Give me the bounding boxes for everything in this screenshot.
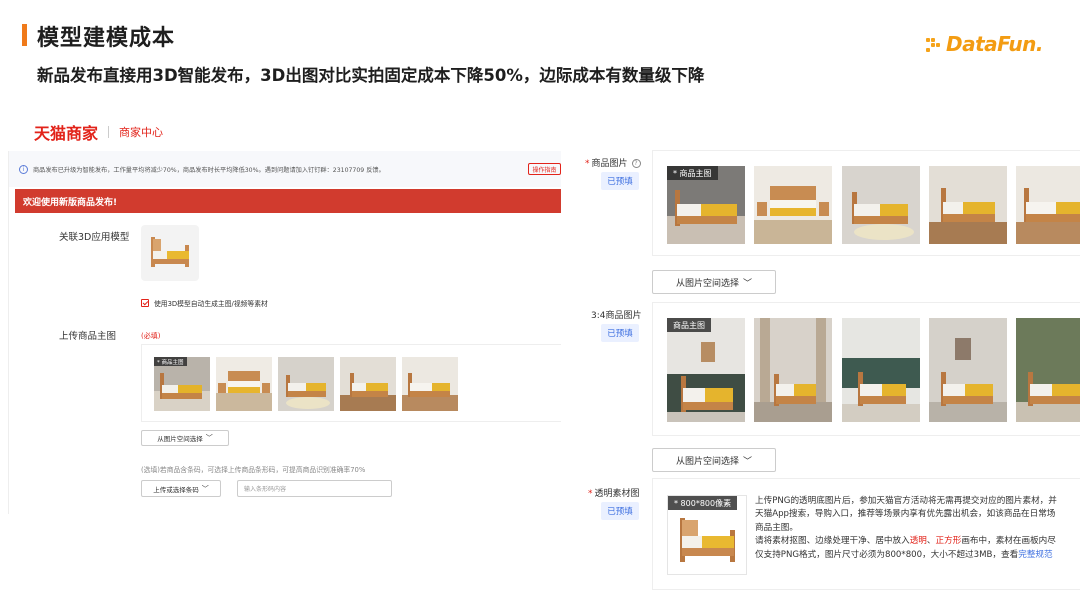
product-image-5[interactable]	[1016, 166, 1080, 244]
desc-line-1: 上传PNG的透明底图片后，参加天猫官方活动将无需再提交对应的图片素材，并	[755, 496, 1057, 506]
slide-title: 模型建模成本	[37, 26, 176, 51]
product-image-3[interactable]	[842, 166, 920, 244]
main-image-1[interactable]: * 商品主图	[154, 357, 210, 411]
product-images-label: * 商品图片?	[585, 156, 641, 169]
notice-text: 商品发布已升级为智能发布，工作量平均将减少70%，商品发布时长平均降低30%。遇…	[33, 166, 385, 174]
ops-guide-button[interactable]: 操作指南	[528, 163, 561, 175]
logo-text: DataFun.	[946, 32, 1043, 56]
transparent-material-box: * 800*800像素 上传PNG的透明底图片后，参加天猫官方活动将无需再提交对…	[652, 478, 1080, 590]
transparent-description: 上传PNG的透明底图片后，参加天猫官方活动将无需再提交对应的图片素材，并 天猫A…	[755, 495, 1080, 562]
brand-divider	[108, 126, 110, 138]
required-star: *	[585, 159, 590, 169]
ratio-image-1[interactable]: 商品主图	[667, 318, 745, 422]
desc-line-3: 商品主图。	[755, 522, 798, 533]
desc-line-5-a: 仅支持PNG格式，图片尺寸必须为800*800，大小不超过3MB，查看	[755, 549, 1019, 560]
welcome-banner: 欢迎使用新版商品发布!	[15, 189, 561, 213]
ratio-image-tag: 商品主图	[667, 318, 711, 332]
chevron-down-icon: ﹀	[743, 278, 753, 289]
left-space-select-button[interactable]: 从图片空间选择 ﹀	[141, 430, 229, 446]
main-image-list: * 商品主图	[141, 344, 561, 422]
product-images-text: 商品图片	[591, 159, 628, 169]
model-label: 关联3D应用模型	[59, 232, 130, 243]
ratio-image-list: 商品主图	[652, 302, 1080, 436]
notice-bar: i 商品发布已升级为智能发布，工作量平均将减少70%，商品发布时长平均降低30%…	[9, 151, 561, 187]
desc-highlight-square: 正方形	[935, 536, 962, 547]
transparent-image[interactable]: * 800*800像素	[667, 495, 747, 575]
desc-line-4-a: 请将素材抠图、边缘处理干净、居中放入	[755, 536, 910, 547]
barcode-hint: (选填)若商品含条码，可选择上传商品条形码，可提高商品识别准确率70%	[141, 466, 366, 474]
barcode-select-button[interactable]: 上传或选择条码 ﹀	[141, 480, 221, 497]
info-icon: i	[19, 164, 28, 174]
required-tag: (必填)	[141, 332, 161, 340]
space-select-label-1: 从图片空间选择	[675, 278, 739, 289]
preview-badge-1: 已预填	[601, 172, 639, 190]
ratio-images-label: 3:4商品图片	[591, 311, 642, 321]
tmall-brand: 天猫商家 商家中心	[34, 120, 163, 144]
desc-highlight-transparent: 透明	[909, 536, 927, 547]
desc-line-5: 仅支持PNG格式，图片尺寸必须为800*800，大小不超过3MB，查看完整规范	[755, 549, 1080, 562]
transparent-label-text: 透明素材图	[594, 489, 640, 499]
full-spec-link[interactable]: 完整规范	[1018, 550, 1052, 560]
help-icon[interactable]: ?	[631, 159, 641, 168]
bed-model-icon	[151, 237, 189, 267]
slide-subtitle: 新品发布直接用3D智能发布，3D出图对比实拍固定成本下降50%，边际成本有数量级…	[37, 66, 705, 85]
model-thumbnail[interactable]	[141, 225, 199, 281]
required-star: *	[588, 489, 593, 499]
auto-generate-checkbox[interactable]	[141, 299, 149, 307]
preview-badge-2: 已预填	[601, 324, 639, 342]
product-image-tag: * 商品主图	[667, 166, 718, 180]
brand-sub[interactable]: 商家中心	[119, 124, 163, 140]
product-image-list: * 商品主图	[652, 150, 1080, 256]
preview-badge-3: 已预填	[601, 502, 639, 520]
logo-dots-icon	[926, 35, 944, 53]
main-image-4[interactable]	[340, 357, 396, 411]
barcode-select-label: 上传或选择条码	[153, 485, 199, 494]
ratio-image-3[interactable]	[842, 318, 920, 422]
left-space-select-label: 从图片空间选择	[157, 435, 203, 443]
brand-name: 天猫商家	[34, 124, 99, 143]
desc-line-2: 天猫App搜索，导购入口，推荐等场景内享有优先露出机会，如该商品在日常场	[755, 509, 1056, 520]
chevron-down-icon: ﹀	[205, 434, 213, 442]
space-select-button-1[interactable]: 从图片空间选择 ﹀	[652, 270, 776, 294]
space-select-button-2[interactable]: 从图片空间选择 ﹀	[652, 448, 776, 472]
barcode-input[interactable]: 输入条形码内容	[237, 480, 392, 497]
main-image-3[interactable]	[278, 357, 334, 411]
transparent-label: * 透明素材图	[588, 486, 640, 499]
chevron-down-icon: ﹀	[201, 484, 209, 493]
product-image-1[interactable]: * 商品主图	[667, 166, 745, 244]
desc-line-4-c: 、	[926, 536, 936, 547]
desc-line-4: 请将素材抠图、边缘处理干净、居中放入透明、正方形画布中，素材在画板内尽	[755, 535, 1080, 548]
ratio-image-2[interactable]	[754, 318, 832, 422]
datafun-logo: DataFun.	[926, 28, 1056, 60]
chevron-down-icon: ﹀	[743, 456, 753, 467]
main-image-tag: * 商品主图	[154, 357, 187, 366]
auto-generate-option[interactable]: 使用3D模型自动生成主图/视频等素材	[141, 298, 268, 308]
upload-label: 上传商品主图	[59, 331, 117, 342]
title-accent-bar	[22, 24, 27, 46]
left-publish-panel: i 商品发布已升级为智能发布，工作量平均将减少70%，商品发布时长平均降低30%…	[8, 151, 561, 514]
product-image-2[interactable]	[754, 166, 832, 244]
main-image-2[interactable]	[216, 357, 272, 411]
main-image-5[interactable]	[402, 357, 458, 411]
auto-generate-label: 使用3D模型自动生成主图/视频等素材	[154, 300, 268, 308]
ratio-image-4[interactable]	[929, 318, 1007, 422]
product-image-4[interactable]	[929, 166, 1007, 244]
space-select-label-2: 从图片空间选择	[675, 456, 739, 467]
desc-line-4-e: 画布中，素材在画板内尽	[961, 536, 1056, 547]
transparent-image-tag: * 800*800像素	[668, 496, 738, 510]
ratio-image-5[interactable]	[1016, 318, 1080, 422]
